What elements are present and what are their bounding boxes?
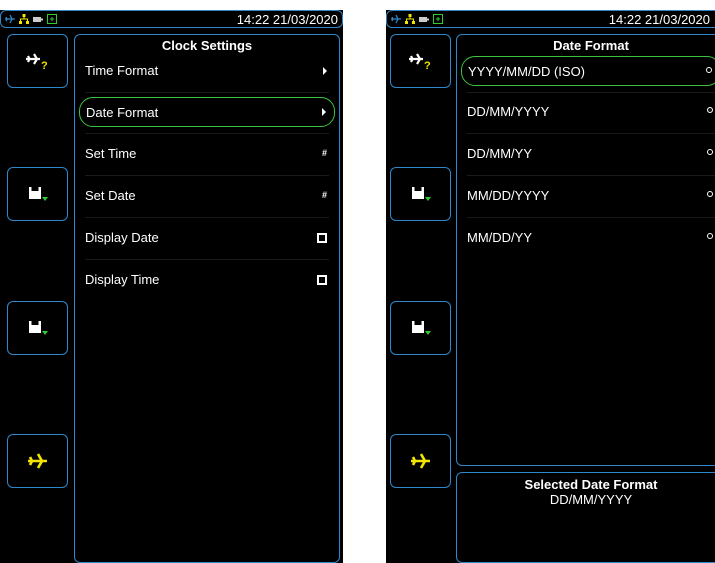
save-button[interactable] — [390, 301, 451, 355]
airplane-icon — [5, 14, 15, 24]
option-label: DD/MM/YYYY — [467, 104, 550, 119]
battery-icon — [33, 17, 43, 22]
checkbox-icon[interactable] — [317, 233, 327, 243]
status-bar: 14:22 21/03/2020 — [386, 10, 715, 28]
edit-indicator: # — [321, 190, 327, 200]
date-format-screen: 14:22 21/03/2020 ? Date Format YYYY/MM/D… — [386, 10, 715, 563]
menu-item-label: Date Format — [86, 105, 159, 120]
clock-settings-panel: Clock Settings Time Format Date Format S… — [74, 34, 340, 563]
arrow-right-icon — [323, 67, 327, 75]
divider — [467, 92, 715, 93]
option-mm-dd-yy[interactable]: MM/DD/YY — [461, 223, 715, 253]
panel-title: Clock Settings — [161, 38, 253, 53]
date-format-panel: Date Format YYYY/MM/DD (ISO) DD/MM/YYYY … — [456, 34, 715, 466]
status-icons — [5, 12, 57, 26]
menu-item-label: Set Date — [85, 188, 136, 203]
airplane-help-icon: ? — [408, 53, 431, 71]
menu-item-label: Display Date — [85, 230, 159, 245]
radio-off-icon[interactable] — [706, 67, 712, 73]
divider — [85, 133, 329, 134]
option-mm-dd-yyyy[interactable]: MM/DD/YYYY — [461, 181, 715, 211]
airplane-button[interactable] — [390, 434, 451, 488]
option-dd-mm-yyyy[interactable]: DD/MM/YYYY — [461, 97, 715, 127]
menu-item-set-time[interactable]: Set Time # — [79, 139, 335, 169]
panel-title: Date Format — [553, 38, 629, 53]
divider — [85, 259, 329, 260]
airplane-help-icon: ? — [25, 53, 48, 71]
divider — [85, 217, 329, 218]
selected-format-title: Selected Date Format — [524, 477, 658, 492]
save-button[interactable] — [7, 167, 68, 221]
divider — [467, 175, 715, 176]
status-bar: 14:22 21/03/2020 — [0, 10, 343, 28]
network-icon — [19, 14, 29, 24]
save-icon — [28, 321, 48, 335]
clock-display: 14:22 21/03/2020 — [236, 12, 338, 27]
save-button[interactable] — [390, 167, 451, 221]
save-icon — [28, 187, 48, 201]
help-airplane-button[interactable]: ? — [7, 34, 68, 88]
network-icon — [405, 14, 415, 24]
divider — [467, 217, 715, 218]
help-airplane-button[interactable]: ? — [390, 34, 451, 88]
edit-indicator: # — [321, 148, 327, 158]
option-yyyy-mm-dd-iso[interactable]: YYYY/MM/DD (ISO) — [461, 56, 715, 86]
airplane-icon — [410, 453, 430, 469]
menu-item-label: Time Format — [85, 63, 159, 78]
radio-off-icon[interactable] — [707, 191, 713, 197]
menu-item-display-time[interactable]: Display Time — [79, 265, 335, 295]
menu-item-date-format[interactable]: Date Format — [79, 97, 335, 127]
menu-item-set-date[interactable]: Set Date # — [79, 181, 335, 211]
checkbox-icon[interactable] — [317, 275, 327, 285]
selected-format-box: Selected Date Format DD/MM/YYYY — [456, 472, 715, 563]
radio-off-icon[interactable] — [707, 149, 713, 155]
menu-item-label: Set Time — [85, 146, 137, 161]
menu-item-label: Display Time — [85, 272, 160, 287]
radio-on-icon[interactable] — [707, 107, 713, 113]
option-label: MM/DD/YYYY — [467, 188, 550, 203]
save-icon — [411, 321, 431, 335]
arrow-right-icon — [322, 108, 326, 116]
radio-off-icon[interactable] — [707, 233, 713, 239]
menu-item-display-date[interactable]: Display Date — [79, 223, 335, 253]
airplane-icon — [27, 453, 47, 469]
battery-icon — [419, 17, 429, 22]
option-dd-mm-yy[interactable]: DD/MM/YY — [461, 139, 715, 169]
airplane-button[interactable] — [7, 434, 68, 488]
status-icons — [391, 12, 443, 26]
menu-item-time-format[interactable]: Time Format — [79, 56, 335, 86]
option-label: MM/DD/YY — [467, 230, 532, 245]
save-button[interactable] — [7, 301, 68, 355]
power-icon — [47, 14, 57, 24]
svg-text:?: ? — [41, 60, 48, 71]
option-label: DD/MM/YY — [467, 146, 532, 161]
power-icon — [433, 14, 443, 24]
clock-display: 14:22 21/03/2020 — [608, 12, 710, 27]
selected-format-value: DD/MM/YYYY — [549, 492, 633, 507]
divider — [85, 92, 329, 93]
svg-text:?: ? — [424, 60, 431, 71]
clock-settings-screen: 14:22 21/03/2020 ? Clock Settings Time F… — [0, 10, 343, 563]
divider — [85, 175, 329, 176]
divider — [467, 133, 715, 134]
option-label: YYYY/MM/DD (ISO) — [468, 64, 586, 79]
airplane-icon — [391, 14, 401, 24]
save-icon — [411, 187, 431, 201]
